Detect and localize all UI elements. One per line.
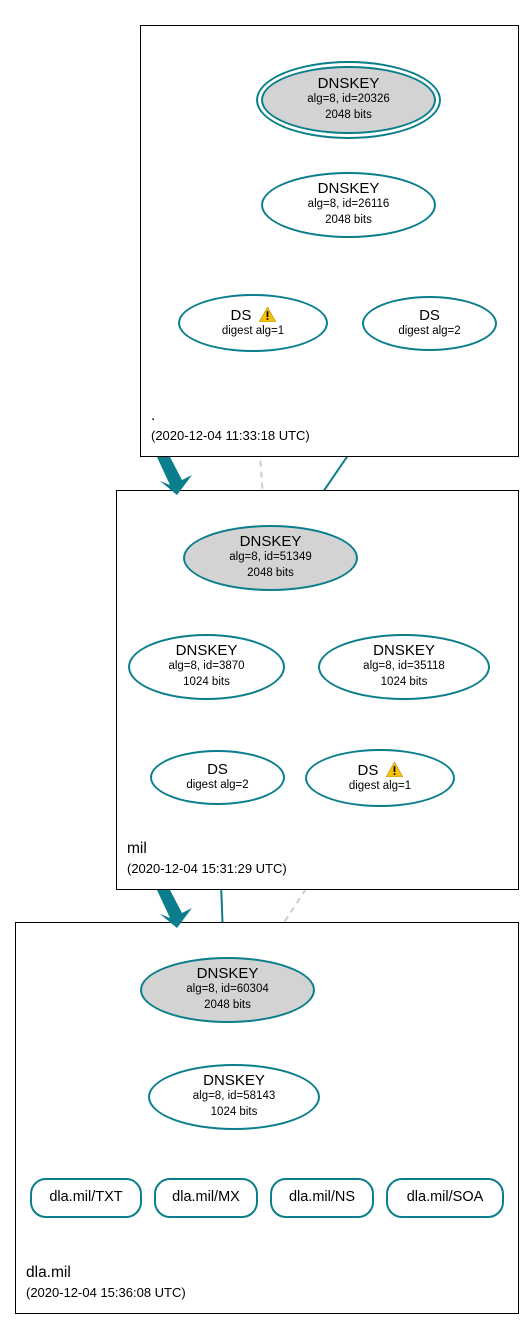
- zone-dla-ts: (2020-12-04 15:36:08 UTC): [26, 1285, 186, 1300]
- zone-dla-label: dla.mil (2020-12-04 15:36:08 UTC): [26, 1263, 186, 1303]
- zone-dla: dla.mil (2020-12-04 15:36:08 UTC): [15, 922, 519, 1314]
- zone-root: . (2020-12-04 11:33:18 UTC): [140, 25, 519, 457]
- zone-root-label: . (2020-12-04 11:33:18 UTC): [151, 406, 310, 446]
- zone-root-ts: (2020-12-04 11:33:18 UTC): [151, 428, 310, 443]
- zone-dla-title: dla.mil: [26, 1264, 71, 1281]
- zone-mil-title: mil: [127, 840, 147, 857]
- zone-mil-label: mil (2020-12-04 15:31:29 UTC): [127, 839, 287, 879]
- zone-mil: mil (2020-12-04 15:31:29 UTC): [116, 490, 519, 890]
- zone-mil-ts: (2020-12-04 15:31:29 UTC): [127, 861, 287, 876]
- delegation-arrow-root-to-mil: [150, 455, 198, 495]
- zone-root-title: .: [151, 407, 155, 424]
